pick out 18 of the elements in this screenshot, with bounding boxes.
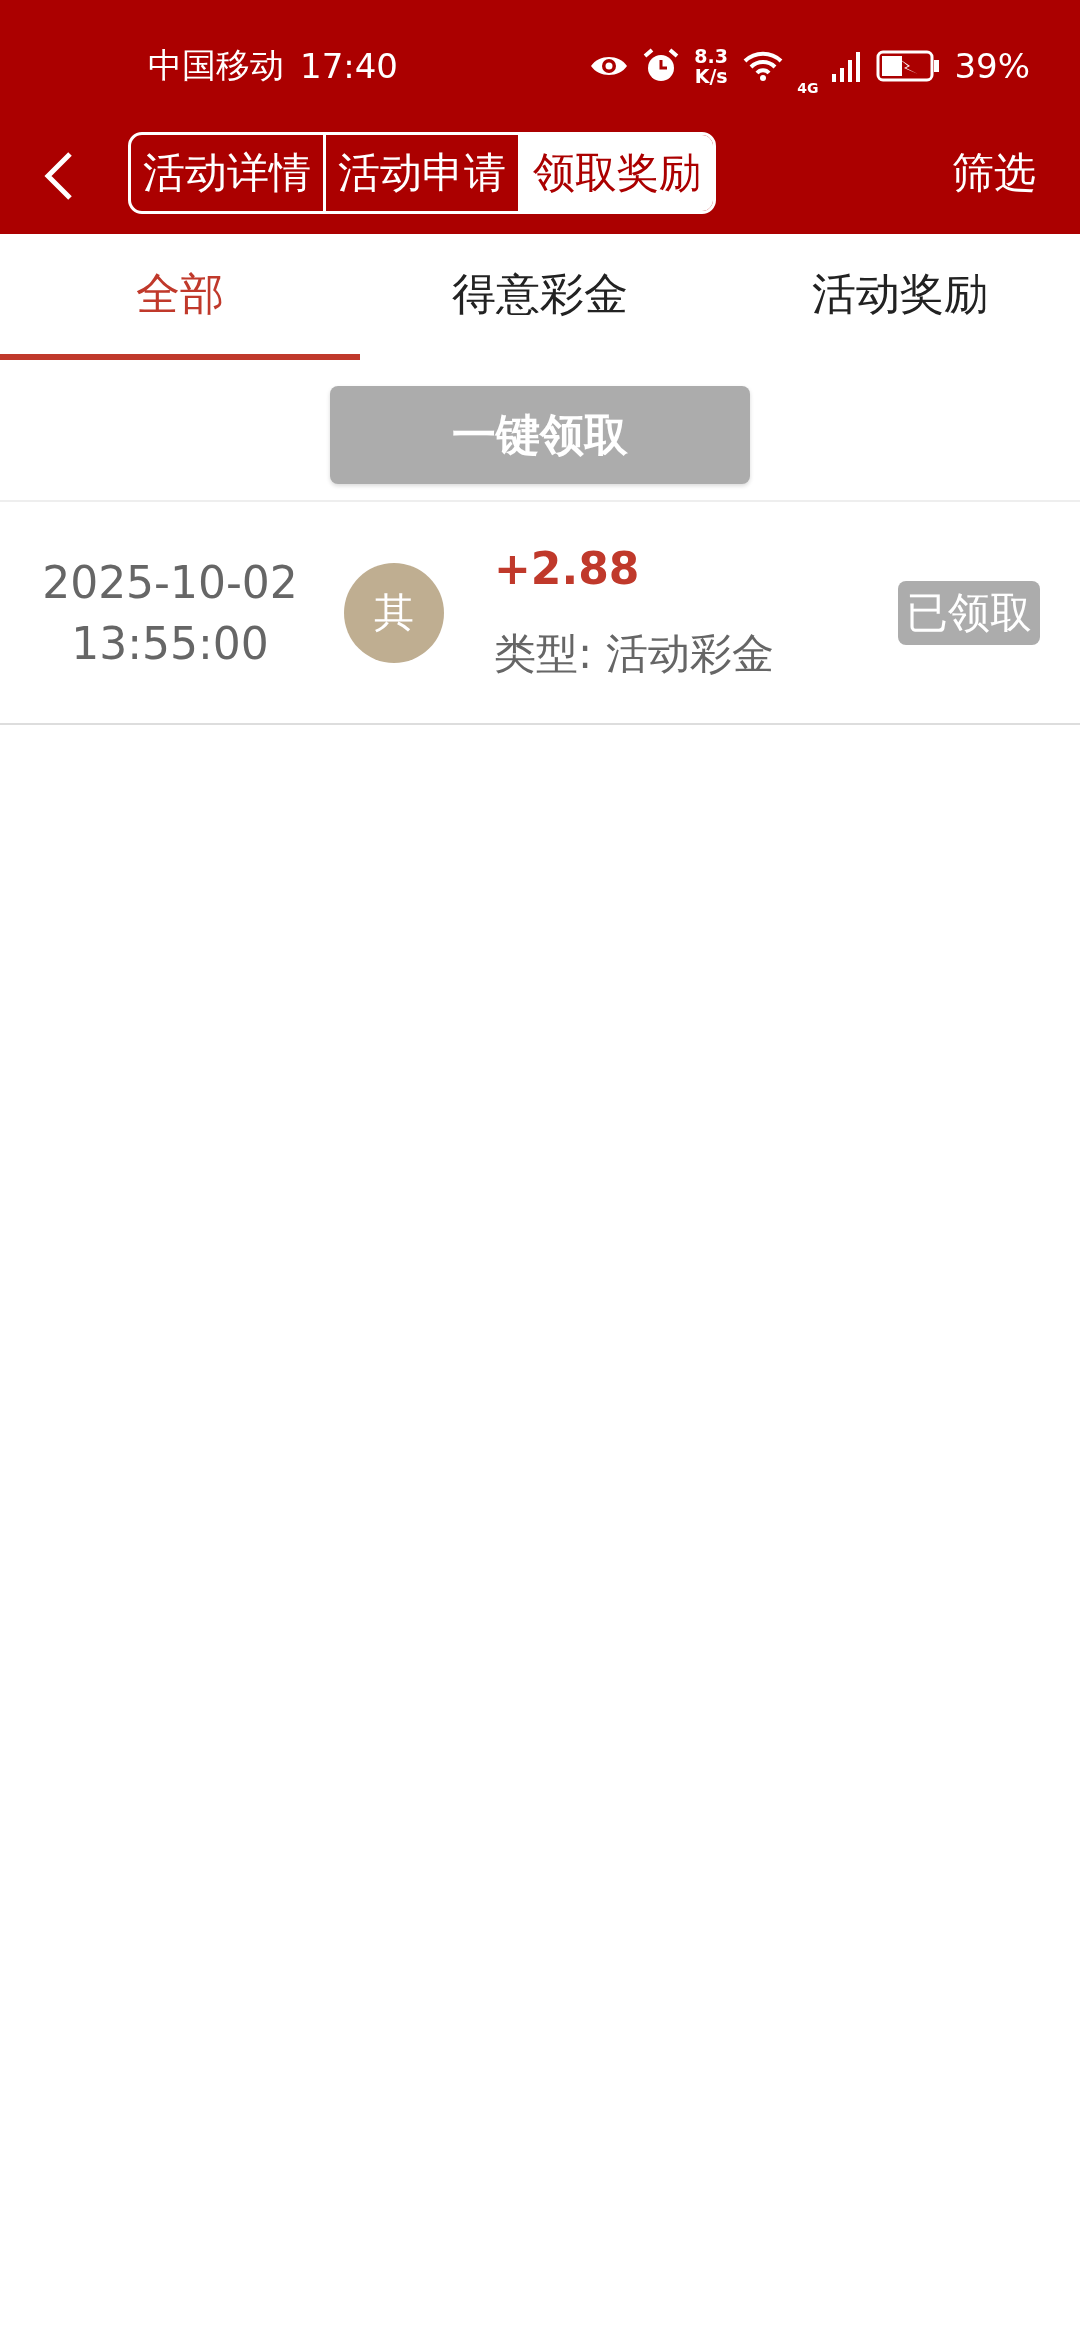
battery-text: 39%	[954, 46, 1030, 86]
segment-tab[interactable]: 活动详情	[131, 135, 323, 211]
network-speed-text: 8.3 K/s	[693, 46, 729, 86]
type-text: 类型: 活动彩金	[494, 628, 774, 680]
network-type-text: 4G	[797, 80, 819, 96]
date-text: 2025-10-02	[42, 556, 298, 608]
status-badge: 已领取	[898, 580, 1040, 645]
carrier-text: 中国移动	[148, 44, 284, 87]
alarm-icon	[643, 48, 680, 84]
amount-text: +2.88	[494, 543, 641, 594]
signal-icon	[832, 50, 863, 82]
filter-button[interactable]: 筛选	[952, 132, 1036, 214]
segment-tab[interactable]: 领取奖励	[518, 135, 713, 211]
battery-icon	[876, 50, 941, 82]
category-avatar: 其	[344, 562, 444, 663]
wifi-icon	[743, 51, 784, 81]
time-text: 13:55:00	[71, 617, 269, 669]
clock-text: 17:40	[300, 46, 398, 86]
